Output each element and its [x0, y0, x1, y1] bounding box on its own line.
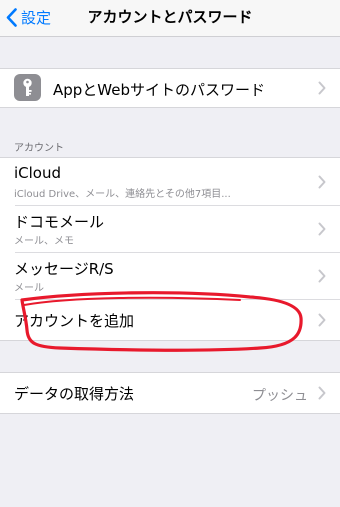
account-title: iCloud: [14, 164, 62, 182]
accounts-group: iCloud iCloud Drive、メール、連絡先とその他7項目... ドコ…: [0, 157, 340, 341]
fetch-group: データの取得方法 プッシュ: [0, 372, 340, 414]
fetch-row[interactable]: データの取得方法 プッシュ: [0, 373, 340, 413]
chevron-right-icon: [318, 313, 326, 326]
passwords-label: AppとWebサイトのパスワード: [53, 81, 266, 99]
account-subtitle: メール: [14, 283, 44, 294]
accounts-section-header: アカウント: [14, 143, 64, 154]
chevron-right-icon: [318, 222, 326, 235]
account-row-docomo[interactable]: ドコモメール メール、メモ: [0, 205, 340, 252]
fetch-value: プッシュ: [252, 388, 308, 404]
fetch-label: データの取得方法: [14, 385, 135, 403]
account-title: ドコモメール: [14, 213, 105, 231]
account-subtitle: iCloud Drive、メール、連絡先とその他7項目...: [14, 189, 231, 200]
page-title: アカウントとパスワード: [87, 8, 253, 26]
account-title: メッセージR/S: [14, 260, 114, 278]
chevron-right-icon: [318, 175, 326, 188]
navigation-bar: 設定 アカウントとパスワード: [0, 0, 340, 37]
key-icon: [14, 74, 41, 101]
account-subtitle: メール、メモ: [14, 236, 74, 247]
passwords-group: AppとWebサイトのパスワード: [0, 68, 340, 108]
chevron-right-icon: [318, 386, 326, 400]
add-account-row[interactable]: アカウントを追加: [0, 299, 340, 340]
account-row-icloud[interactable]: iCloud iCloud Drive、メール、連絡先とその他7項目...: [0, 158, 340, 205]
add-account-label: アカウントを追加: [14, 312, 135, 330]
chevron-right-icon: [318, 81, 326, 95]
account-row-messages[interactable]: メッセージR/S メール: [0, 252, 340, 299]
passwords-row[interactable]: AppとWebサイトのパスワード: [0, 69, 340, 107]
chevron-right-icon: [318, 269, 326, 282]
